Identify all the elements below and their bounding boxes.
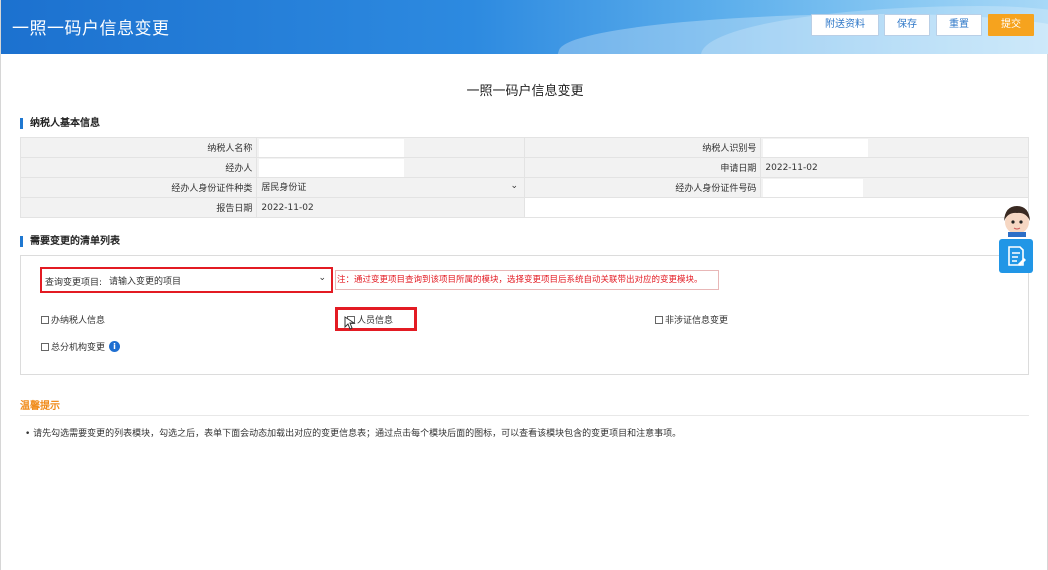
checkbox-icon xyxy=(41,315,49,324)
checkbox-label: 人员信息 xyxy=(357,316,394,326)
query-note: 注：通过变更项目查询到该项目所属的模块，选择变更项目后系统自动关联带出对应的变更… xyxy=(335,270,719,290)
agent-id-no-label: 经办人身份证件号码 xyxy=(524,177,762,198)
checkbox-label: 非涉证信息变更 xyxy=(665,316,729,326)
taxpayer-id-label: 纳税人识别号 xyxy=(524,137,762,158)
query-placeholder: 请输入变更的项目 xyxy=(109,277,182,287)
header-bar: 一照一码户信息变更 附送资料 保存 重置 提交 xyxy=(1,0,1048,54)
checkbox-icon xyxy=(655,315,663,324)
checkbox-label: 办纳税人信息 xyxy=(51,316,106,326)
tips-text: • 请先勾选需要变更的列表模块，勾选之后，表单下面会动态加载出对应的变更信息表；… xyxy=(25,429,682,439)
save-button[interactable]: 保存 xyxy=(884,14,930,36)
submit-button[interactable]: 提交 xyxy=(988,14,1034,36)
assistant-avatar-icon[interactable] xyxy=(1000,203,1034,237)
change-list-section-title: 需要变更的清单列表 xyxy=(20,236,120,247)
tips-title: 温馨提示 xyxy=(20,401,60,412)
table-row: 经办人 申请日期 2022-11-02 xyxy=(19,157,1029,178)
table-row: 纳税人名称 纳税人识别号 xyxy=(19,137,1029,158)
agent-field[interactable] xyxy=(259,158,405,177)
document-edit-button[interactable] xyxy=(999,239,1033,273)
report-date-label: 报告日期 xyxy=(19,197,258,218)
agent-id-type-label: 经办人身份证件种类 xyxy=(19,177,258,198)
reset-button[interactable]: 重置 xyxy=(936,14,982,36)
query-label: 查询变更项目: xyxy=(45,278,103,288)
chevron-down-icon: ⌄ xyxy=(510,181,519,191)
taxpayer-name-field[interactable] xyxy=(259,138,405,157)
agent-label: 经办人 xyxy=(19,157,258,178)
checkbox-icon xyxy=(41,342,49,351)
apply-date-value: 2022-11-02 xyxy=(765,162,818,173)
agent-id-no-field[interactable] xyxy=(763,178,864,197)
info-icon[interactable]: i xyxy=(109,341,121,352)
taxpayer-info-checkbox[interactable]: 办纳税人信息 xyxy=(41,313,105,326)
agent-id-type-value: 居民身份证 xyxy=(261,182,307,193)
apply-date-label: 申请日期 xyxy=(524,157,762,178)
table-row: 经办人身份证件种类 居民身份证 ⌄ 经办人身份证件号码 xyxy=(19,177,1029,198)
header-title: 一照一码户信息变更 xyxy=(12,19,170,39)
divider xyxy=(20,415,1029,416)
checkbox-label: 总分机构变更 xyxy=(51,343,106,353)
taxpayer-id-field[interactable] xyxy=(763,138,869,157)
report-date-value: 2022-11-02 xyxy=(261,202,314,213)
app-window: 一照一码户信息变更 附送资料 保存 重置 提交 一照一码户信息变更 纳税人基本信… xyxy=(0,0,1048,570)
basic-info-section-title: 纳税人基本信息 xyxy=(20,118,100,129)
non-cert-info-checkbox[interactable]: 非涉证信息变更 xyxy=(655,313,728,326)
chevron-down-icon: ⌄ xyxy=(318,273,326,283)
attach-materials-button[interactable]: 附送资料 xyxy=(811,14,879,36)
pointer-cursor-icon xyxy=(344,316,356,330)
taxpayer-name-label: 纳税人名称 xyxy=(19,137,258,158)
page-title: 一照一码户信息变更 xyxy=(466,84,584,99)
document-edit-icon xyxy=(1008,246,1026,266)
table-row: 报告日期 2022-11-02 xyxy=(19,197,1029,218)
basic-info-table: 纳税人名称 纳税人识别号 经办人 申请日期 2022-11-02 经办人身份证件… xyxy=(19,137,1029,218)
query-change-item-select[interactable]: 查询变更项目: 请输入变更的项目 ⌄ xyxy=(40,267,333,293)
agent-id-type-select[interactable]: 居民身份证 ⌄ xyxy=(256,177,526,198)
branch-change-checkbox[interactable]: 总分机构变更 i xyxy=(41,340,121,353)
